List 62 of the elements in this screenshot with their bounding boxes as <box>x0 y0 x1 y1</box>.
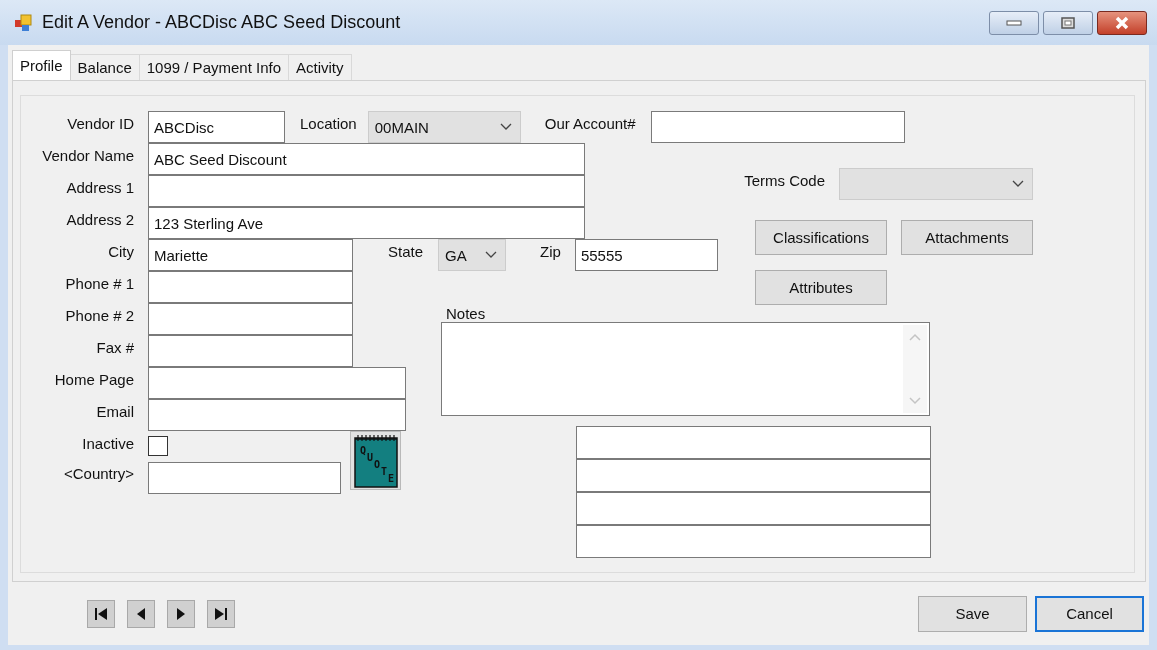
chevron-down-icon <box>499 123 512 131</box>
account-number-field[interactable] <box>650 111 905 143</box>
field-label: Notes <box>446 305 487 322</box>
field-label: Address 2 <box>66 210 135 230</box>
cancel-button[interactable]: Cancel <box>1035 595 1144 632</box>
field-label: State <box>388 242 424 262</box>
field-label: <Country> <box>63 465 135 484</box>
field-label: Our Account# <box>544 114 636 134</box>
zip-field[interactable]: 55555 <box>574 239 718 271</box>
close-button[interactable] <box>1097 10 1147 35</box>
text-field[interactable] <box>576 426 931 459</box>
vendor-name-field[interactable]: ABC Seed Discount <box>148 143 585 175</box>
window-title: Edit A Vendor - ABCDisc ABC Seed Discount <box>42 12 401 33</box>
skip-back-icon <box>93 605 109 622</box>
vendor-id-field[interactable]: ABCDisc <box>148 111 285 143</box>
address-field[interactable]: 123 Sterling Ave <box>148 207 585 239</box>
country-field[interactable] <box>148 461 341 494</box>
field-label: Location <box>300 114 357 134</box>
address-field[interactable] <box>148 175 585 207</box>
close-icon <box>1113 15 1131 30</box>
classifications-button[interactable]: Classifications <box>755 219 887 255</box>
text-field[interactable] <box>576 459 931 492</box>
maximize-button[interactable] <box>1043 10 1093 35</box>
previous-record-button[interactable] <box>127 599 155 628</box>
field-label: Zip <box>540 242 561 262</box>
field-label: City <box>108 242 135 262</box>
save-button[interactable]: Save <box>918 595 1027 632</box>
field-label: Phone # 2 <box>65 306 135 326</box>
text-field[interactable] <box>576 492 931 525</box>
next-record-button[interactable] <box>167 599 195 628</box>
app-icon <box>14 13 34 32</box>
skip-forward-icon <box>213 605 229 622</box>
first-record-button[interactable] <box>87 599 115 628</box>
attributes-button[interactable]: Attributes <box>755 269 887 305</box>
field-label: Inactive <box>82 434 135 454</box>
field-label: Address 1 <box>66 178 135 198</box>
fax-field[interactable] <box>148 335 353 367</box>
text-field[interactable] <box>576 525 931 558</box>
phone-field[interactable] <box>148 303 353 335</box>
tab[interactable]: Activity <box>288 54 352 80</box>
field-label: Home Page <box>54 370 135 390</box>
home-page-field[interactable] <box>148 367 406 399</box>
last-record-button[interactable] <box>207 599 235 628</box>
field-label: Vendor Name <box>42 146 135 166</box>
scroll-down-icon <box>909 397 921 405</box>
email-field[interactable] <box>148 399 406 431</box>
notes-field[interactable] <box>441 322 930 416</box>
minimize-button[interactable] <box>989 10 1039 35</box>
phone-field[interactable] <box>148 271 353 303</box>
scroll-up-icon <box>909 333 921 341</box>
tab[interactable]: Profile <box>12 50 71 80</box>
field-label: Terms Code <box>744 171 825 191</box>
chevron-down-icon <box>485 251 498 259</box>
chevron-down-icon <box>1012 180 1024 188</box>
minimize-icon <box>1006 19 1022 26</box>
field-label: Phone # 1 <box>65 274 135 294</box>
maximize-icon <box>1061 16 1075 29</box>
field-label: Email <box>96 402 135 422</box>
attachments-button[interactable]: Attachments <box>901 219 1033 255</box>
field-label: Fax # <box>96 338 135 358</box>
field-label: Vendor ID <box>67 114 135 134</box>
city-field[interactable]: Mariette <box>148 239 353 271</box>
